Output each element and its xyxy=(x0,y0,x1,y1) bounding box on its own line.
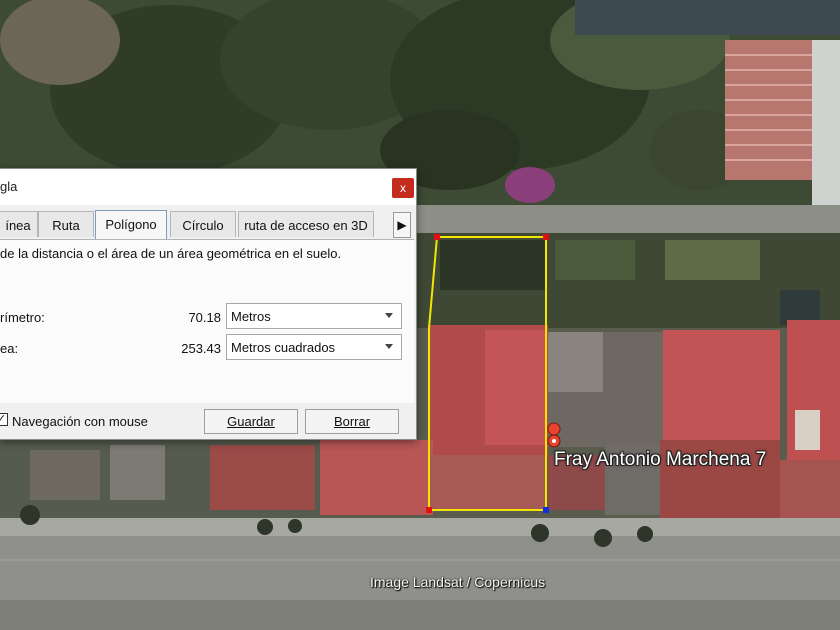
close-icon[interactable]: x xyxy=(392,178,414,198)
area-unit-value: Metros cuadrados xyxy=(231,340,336,355)
area-label: ea: xyxy=(0,341,19,356)
tab-ruta-3d[interactable]: ruta de acceso en 3D xyxy=(238,211,374,237)
tab-scroll-right-icon[interactable]: ▶ xyxy=(393,212,411,238)
tab-poligono[interactable]: Polígono xyxy=(95,210,167,239)
polygon-panel: de la distancia o el área de un área geo… xyxy=(0,239,414,404)
save-button-label: Guardar xyxy=(227,414,275,429)
dialog-titlebar[interactable]: gla x xyxy=(0,169,416,205)
imagery-credit: Image Landsat / Copernicus xyxy=(370,574,546,590)
tab-circulo[interactable]: Círculo xyxy=(170,211,236,237)
polygon-vertex-active xyxy=(543,507,549,513)
chevron-down-icon xyxy=(385,313,393,318)
area-unit-select[interactable]: Metros cuadrados xyxy=(226,334,402,360)
clear-button-label: Borrar xyxy=(333,414,371,429)
perimeter-label: rímetro: xyxy=(0,310,45,325)
tab-ruta[interactable]: Ruta xyxy=(38,211,94,237)
area-value: 253.43 xyxy=(181,341,221,356)
perimeter-unit-value: Metros xyxy=(231,309,271,324)
perimeter-unit-select[interactable]: Metros xyxy=(226,303,402,329)
clear-button[interactable]: Borrar xyxy=(305,409,399,434)
polygon-vertex xyxy=(426,507,432,513)
save-button[interactable]: Guardar xyxy=(204,409,298,434)
polygon-vertex xyxy=(434,234,440,240)
ruler-dialog: gla x ínea Ruta Polígono Círculo ruta de… xyxy=(0,168,417,440)
mouse-navigation-checkbox[interactable]: ✓ xyxy=(0,413,8,426)
polygon-vertex xyxy=(543,234,549,240)
dialog-title: gla xyxy=(0,179,18,194)
tab-bar: ínea Ruta Polígono Círculo ruta de acces… xyxy=(0,210,416,240)
tab-linea[interactable]: ínea xyxy=(0,211,38,237)
place-label[interactable]: Fray Antonio Marchena 7 xyxy=(554,449,766,471)
perimeter-value: 70.18 xyxy=(188,310,221,325)
panel-description: de la distancia o el área de un área geo… xyxy=(0,246,342,261)
chevron-down-icon xyxy=(385,344,393,349)
mouse-navigation-label[interactable]: Navegación con mouse xyxy=(12,414,148,429)
dialog-footer: ✓ Navegación con mouse Guardar Borrar xyxy=(0,403,414,439)
